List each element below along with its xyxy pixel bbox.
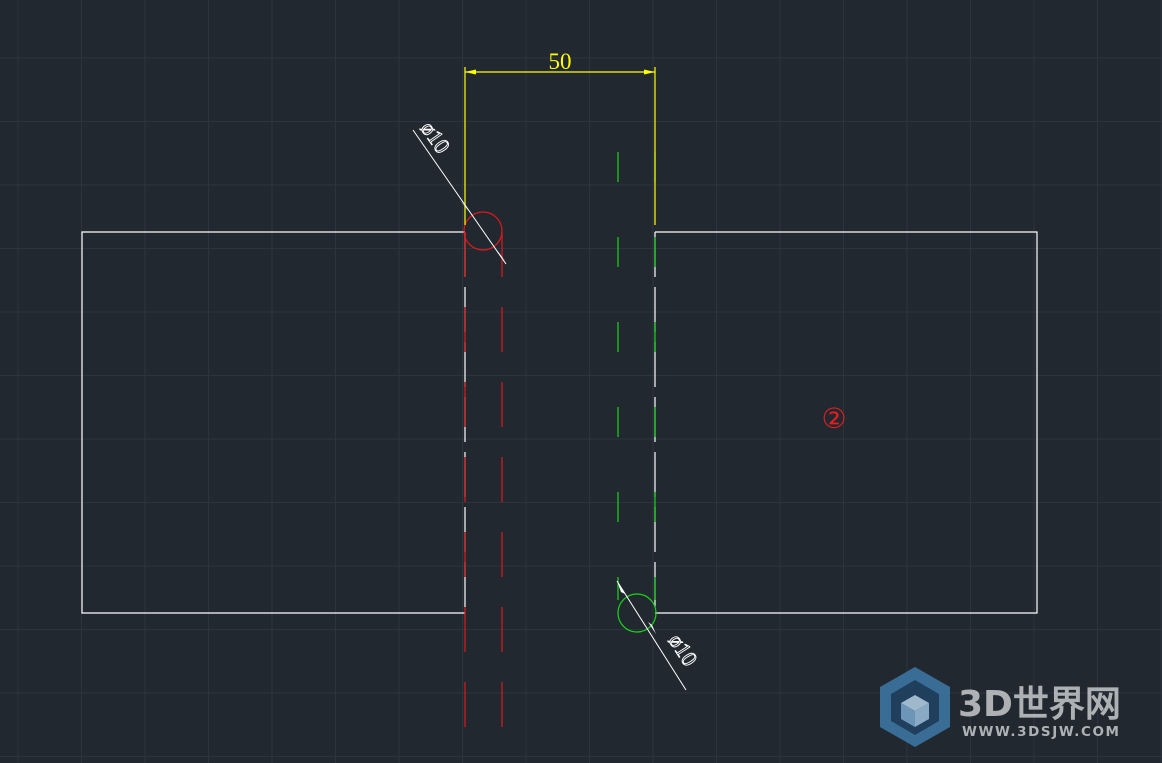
watermark-brand: 3D世界网 — [958, 684, 1121, 725]
left-plate — [81, 231, 465, 614]
grid — [0, 0, 1162, 763]
diameter-leader-red — [412, 129, 507, 265]
dimension-text-50: 50 — [549, 49, 572, 74]
cube-icon — [880, 667, 950, 747]
green-hole — [617, 152, 657, 633]
watermark-url: WWW.3DSJW.COM — [962, 724, 1121, 740]
red-hole — [463, 211, 503, 730]
red-leader-line — [412, 129, 507, 265]
watermark-logo: 3D世界网 WWW.3DSJW.COM — [880, 667, 1121, 747]
diameter-text-red: ø10 — [416, 117, 455, 158]
dimension-50 — [464, 67, 656, 225]
part-marker-2: ② — [821, 402, 846, 435]
cad-canvas[interactable]: 50 ø10 ø10 ② 3D世界网 WWW.3DSJW.COM — [0, 0, 1162, 763]
part-outline — [81, 231, 1038, 614]
dimension-arrow-left — [465, 69, 476, 75]
